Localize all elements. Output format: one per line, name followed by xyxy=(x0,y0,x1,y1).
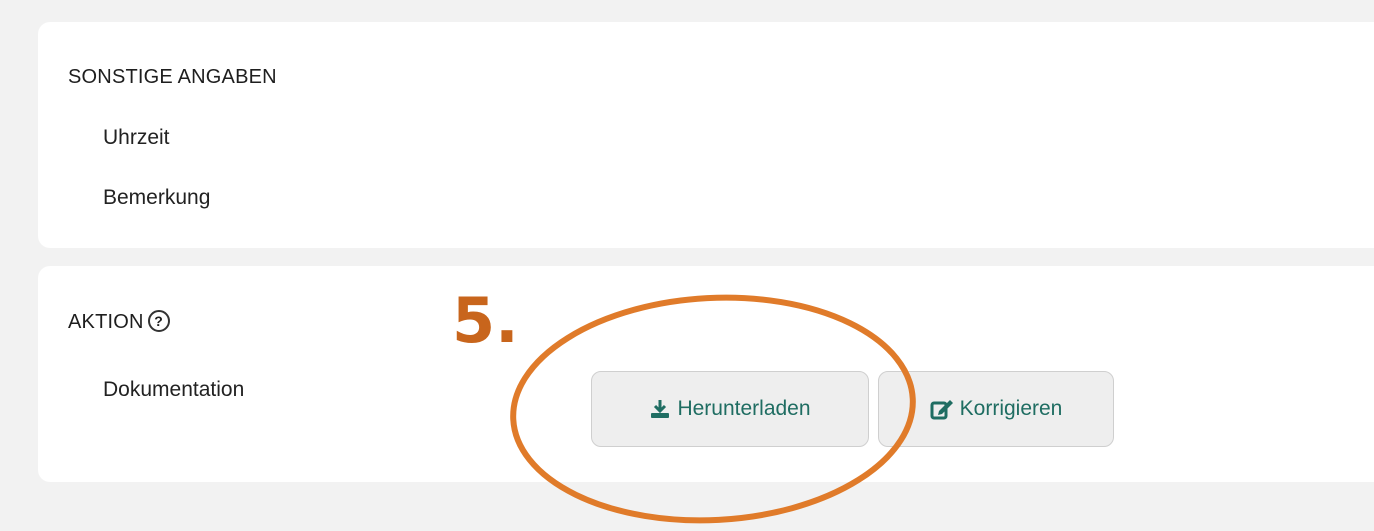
edit-button[interactable]: Korrigieren xyxy=(878,371,1114,447)
annotation-step-number: 5. xyxy=(452,284,519,357)
sonstige-angaben-card: SONSTIGE ANGABEN Uhrzeit Bemerkung xyxy=(38,22,1374,248)
help-circle-icon[interactable]: ? xyxy=(147,310,170,332)
aktion-card: AKTION? Dokumentation Herunterladen Korr… xyxy=(38,266,1374,482)
section-title-aktion-text: AKTION xyxy=(68,311,144,333)
section-title-aktion: AKTION? xyxy=(68,310,170,334)
download-button[interactable]: Herunterladen xyxy=(591,371,869,447)
field-label-dokumentation: Dokumentation xyxy=(103,378,245,401)
download-button-label: Herunterladen xyxy=(677,397,811,420)
section-title-sonstige: SONSTIGE ANGABEN xyxy=(68,66,277,88)
field-label-uhrzeit: Uhrzeit xyxy=(103,126,170,149)
edit-icon xyxy=(930,400,953,420)
field-label-bemerkung: Bemerkung xyxy=(103,186,211,209)
download-icon xyxy=(651,400,670,418)
edit-button-label: Korrigieren xyxy=(959,397,1063,420)
